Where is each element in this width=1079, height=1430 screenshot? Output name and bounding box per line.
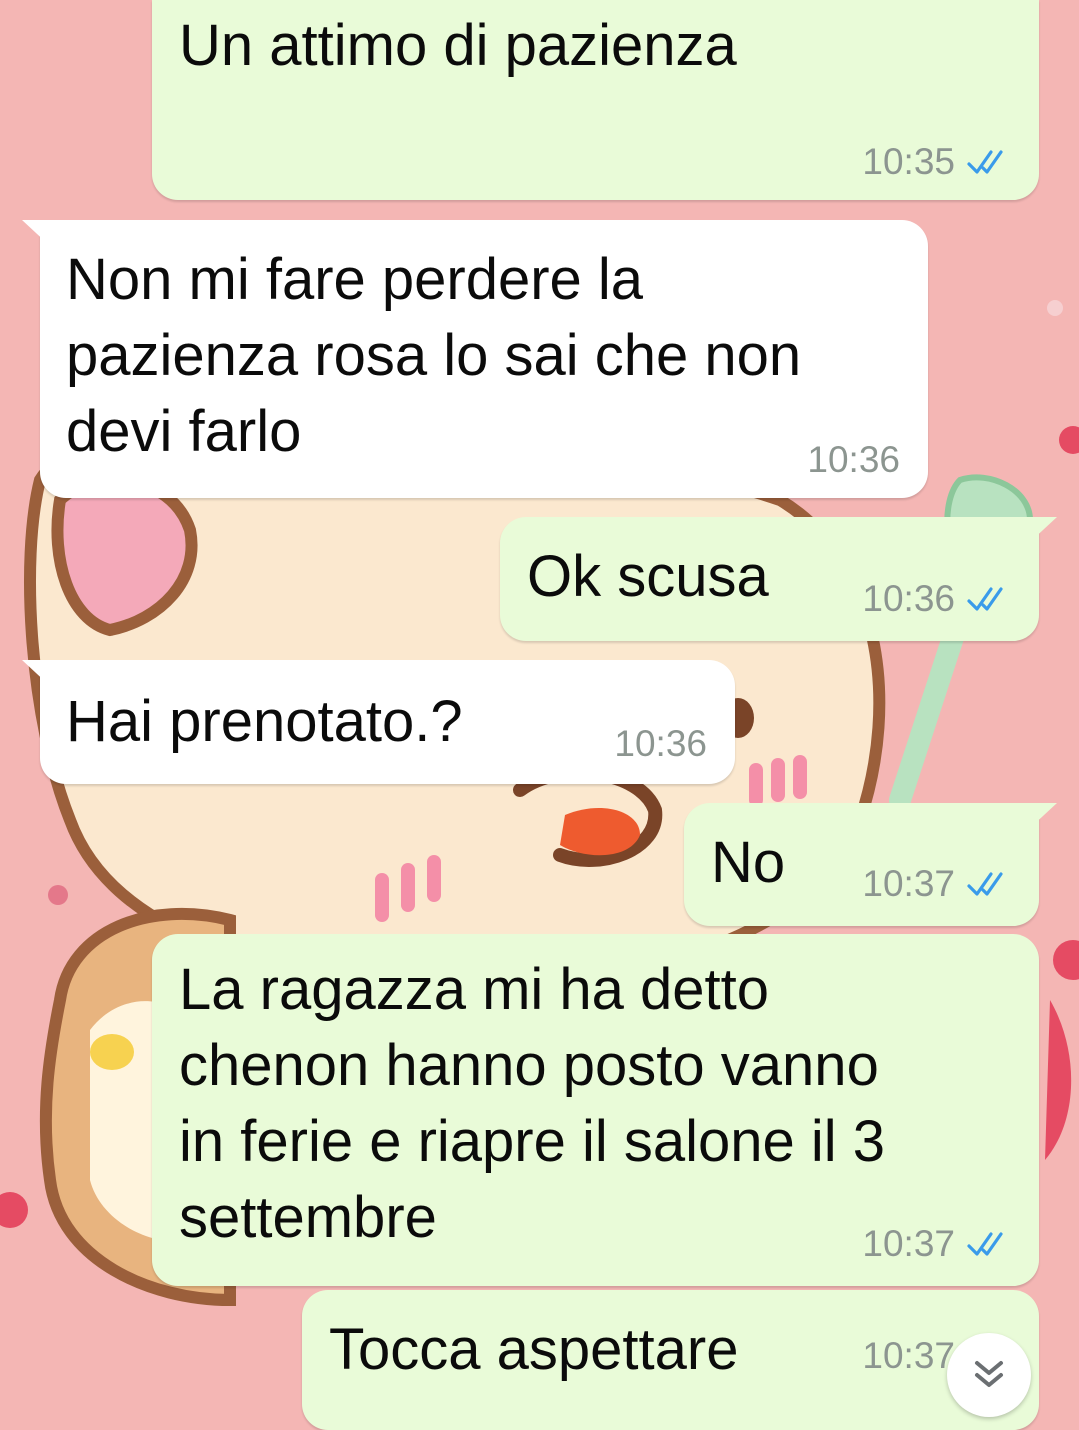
message-text: Ok scusa <box>527 544 769 609</box>
message-text: No <box>711 830 786 895</box>
double-check-read-icon <box>967 872 1003 896</box>
message-bubble-incoming[interactable]: Non mi fare perdere la pazienza rosa lo … <box>22 220 928 498</box>
double-check-read-icon <box>967 587 1003 611</box>
message-bubble-outgoing[interactable]: Tocca aspettare 10:37 <box>302 1290 1039 1430</box>
bubble-tail <box>22 220 50 246</box>
message-text: La ragazza mi ha detto chenon hanno post… <box>179 957 886 1250</box>
message-text: Tocca aspettare <box>329 1317 739 1382</box>
message-bubble-outgoing[interactable]: Un attimo di pazienza 10:35 <box>152 0 1039 200</box>
message-time: 10:37 <box>862 1223 955 1264</box>
double-chevron-down-icon <box>975 1361 1003 1387</box>
message-meta: 10:36 <box>614 722 707 766</box>
message-bubble-incoming[interactable]: Hai prenotato.? 10:36 <box>22 660 735 784</box>
message-text: Non mi fare perdere la pazienza rosa lo … <box>66 247 802 464</box>
message-time: 10:35 <box>862 141 955 182</box>
double-check-read-icon <box>967 150 1003 174</box>
message-time: 10:36 <box>862 578 955 619</box>
message-text: Hai prenotato.? <box>66 689 463 754</box>
chat-thread: Un attimo di pazienza 10:35 Non mi fare … <box>0 0 1079 1430</box>
bubble-tail <box>1029 803 1057 829</box>
message-time: 10:36 <box>614 723 707 764</box>
message-time: 10:37 <box>862 863 955 904</box>
message-bubble-outgoing[interactable]: La ragazza mi ha detto chenon hanno post… <box>152 934 1039 1286</box>
bubble-tail <box>22 660 50 686</box>
message-meta: 10:35 <box>862 140 1013 184</box>
message-meta: 10:37 <box>862 1222 1013 1266</box>
bubble-tail <box>1029 517 1057 543</box>
message-time: 10:36 <box>807 439 900 480</box>
message-meta: 10:36 <box>862 577 1013 621</box>
message-meta: 10:37 <box>862 862 1013 906</box>
double-check-read-icon <box>967 1232 1003 1256</box>
message-bubble-outgoing[interactable]: No 10:37 <box>684 803 1057 926</box>
scroll-to-bottom-button[interactable] <box>947 1333 1031 1417</box>
message-bubble-outgoing[interactable]: Ok scusa 10:36 <box>500 517 1057 641</box>
message-meta: 10:36 <box>807 438 900 482</box>
message-time: 10:37 <box>862 1335 955 1376</box>
message-text: Un attimo di pazienza <box>179 13 737 78</box>
